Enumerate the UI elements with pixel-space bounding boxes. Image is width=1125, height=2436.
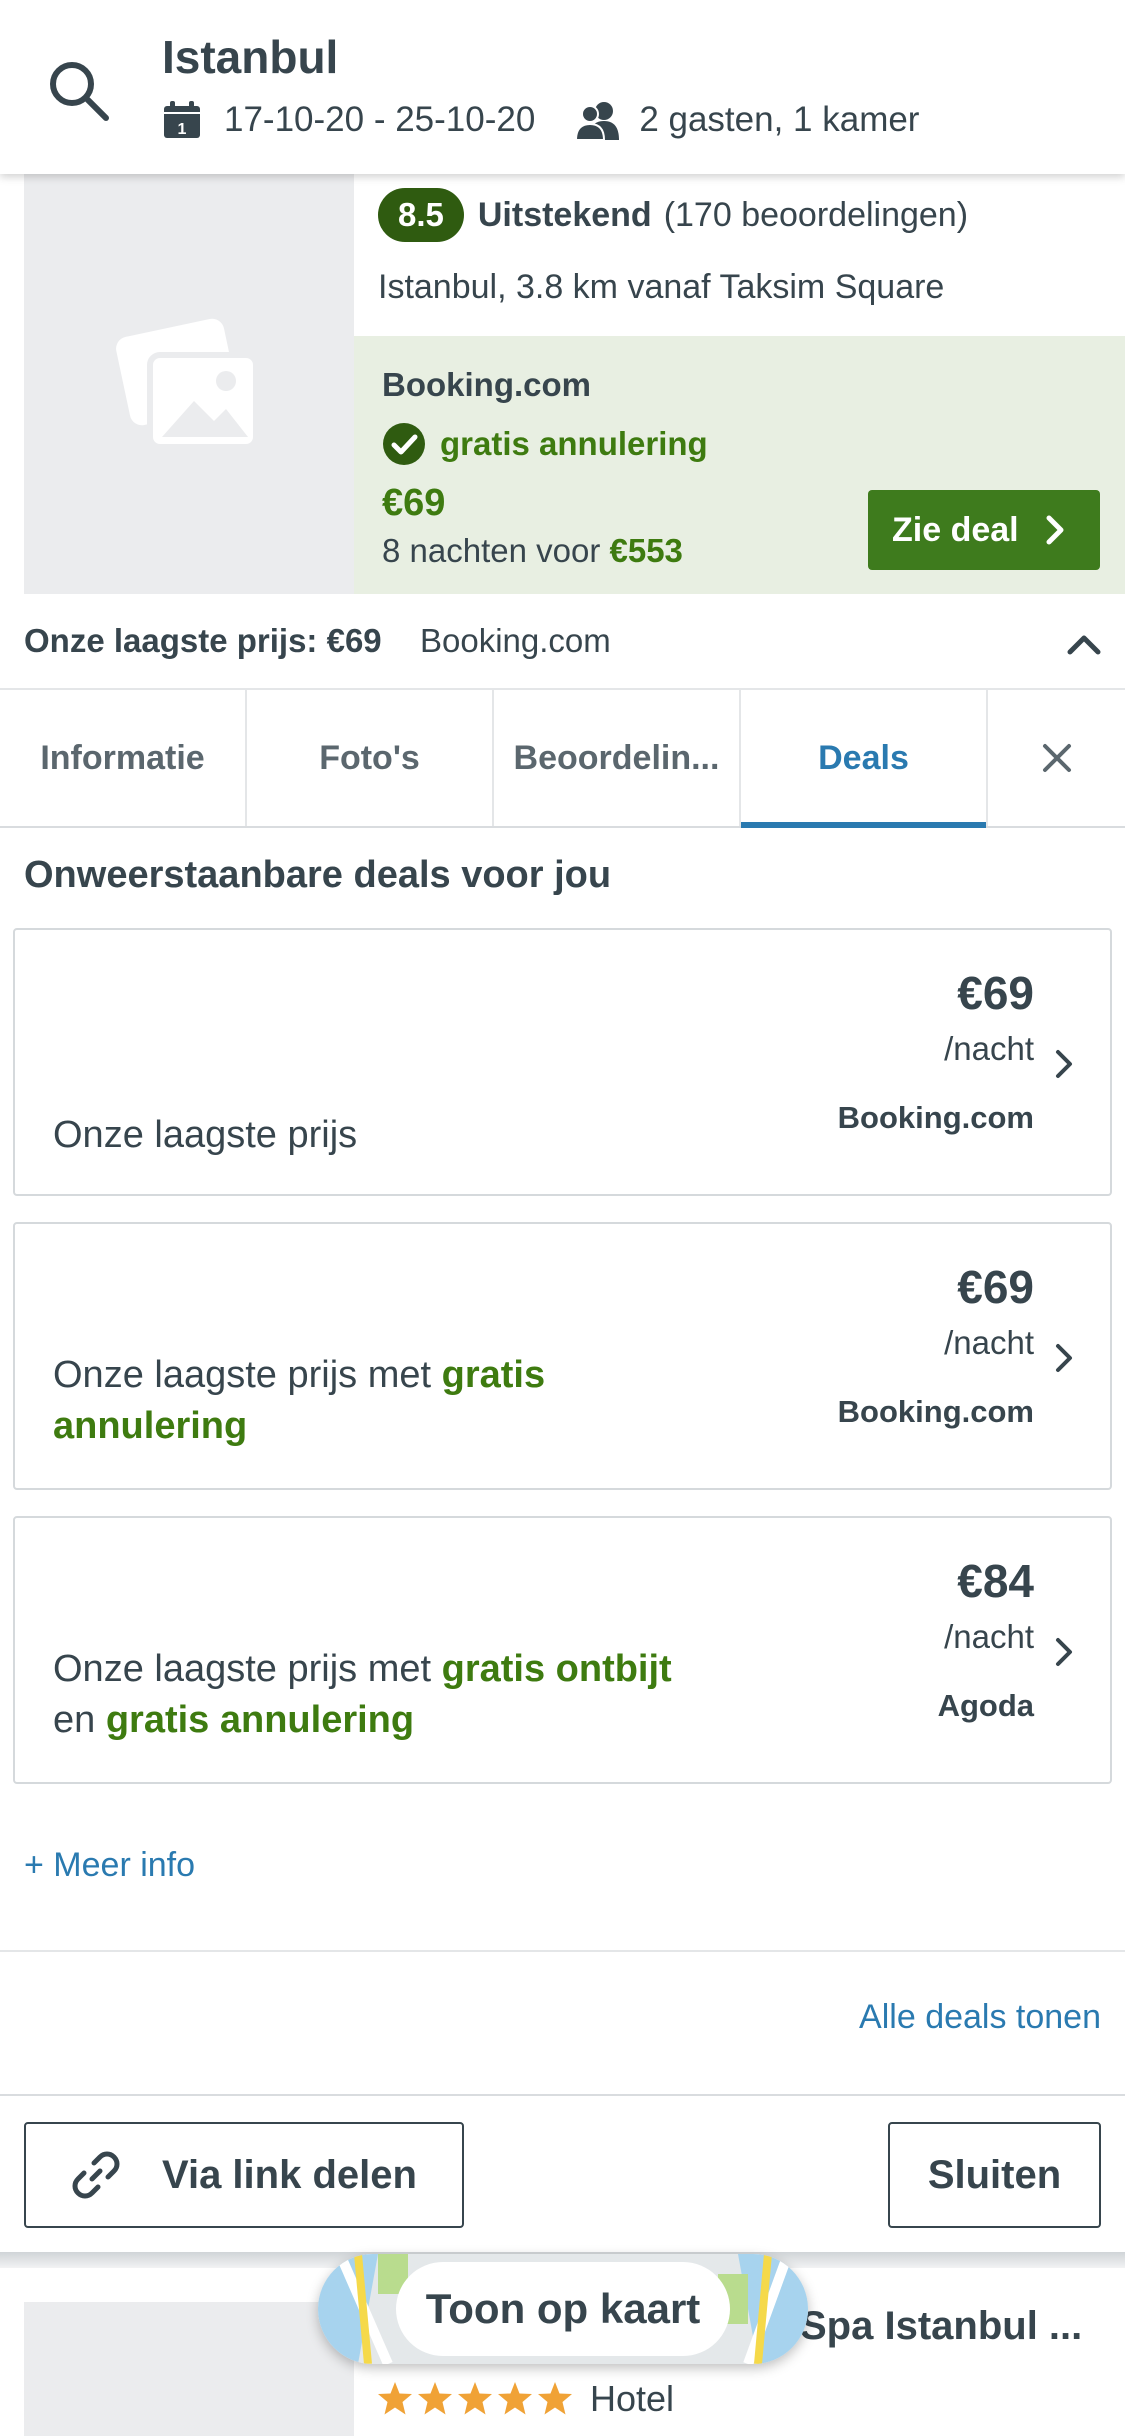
deal-description: Onze laagste prijs met gratis annulering: [53, 1350, 673, 1452]
detail-tabs: Informatie Foto's Beoordelin... Deals: [0, 690, 1125, 828]
nights-total-price: €553: [609, 532, 683, 569]
star-icon: [538, 2382, 572, 2415]
rating-badge: 8.5: [378, 188, 464, 242]
star-icon: [378, 2382, 412, 2415]
hotel-type: Hotel: [590, 2378, 675, 2419]
deal-card-per: /nacht: [944, 1030, 1034, 1067]
deal-price: €69: [382, 482, 446, 524]
deal-desc-text: Onze laagste prijs met: [53, 1648, 442, 1690]
hotel-location: Istanbul, 3.8 km vanaf Taksim Square: [378, 268, 945, 306]
lowest-price-provider: Booking.com: [420, 622, 611, 659]
image-placeholder-icon: [116, 318, 259, 450]
deal-card-per: /nacht: [944, 1324, 1034, 1361]
search-header[interactable]: Istanbul 1 17-10-20 - 25-10-20 2 gasten,…: [0, 0, 1125, 174]
see-deal-button[interactable]: Zie deal: [868, 490, 1100, 570]
all-deals-link[interactable]: Alle deals tonen: [859, 1998, 1101, 2037]
chevron-right-icon: [1056, 1050, 1072, 1078]
free-cancellation: gratis annulering: [382, 422, 708, 466]
deal-card-price: €69: [957, 967, 1034, 1019]
review-count: (170 beoordelingen): [663, 195, 969, 234]
deal-card-lowest[interactable]: Onze laagste prijs €69 /nacht Booking.co…: [13, 928, 1112, 1196]
chevron-right-icon: [1056, 1344, 1072, 1372]
guests-text: 2 gasten, 1 kamer: [639, 100, 920, 139]
lowest-price-row[interactable]: Onze laagste prijs: €69 Booking.com: [0, 594, 1125, 690]
hotel-image-placeholder[interactable]: [24, 174, 354, 594]
chevron-up-icon[interactable]: [1064, 628, 1104, 658]
close-icon: [1042, 744, 1071, 772]
show-on-map-label: Toon op kaart: [396, 2262, 730, 2356]
deal-card-provider: Booking.com: [837, 1394, 1034, 1429]
tab-fotos[interactable]: Foto's: [247, 690, 494, 826]
see-deal-label: Zie deal: [892, 510, 1019, 549]
tab-deals[interactable]: Deals: [741, 690, 988, 828]
nights-prefix: 8 nachten voor: [382, 532, 610, 569]
next-hotel-image[interactable]: [24, 2302, 354, 2436]
star-icon: [458, 2382, 492, 2415]
share-link-button[interactable]: Via link delen: [24, 2122, 464, 2228]
search-icon[interactable]: [44, 56, 114, 126]
chevron-right-icon: [1046, 515, 1064, 545]
deal-card-price: €69: [957, 1261, 1034, 1313]
show-on-map-button[interactable]: Toon op kaart: [318, 2254, 808, 2364]
close-button[interactable]: Sluiten: [888, 2122, 1101, 2228]
star-rating: [376, 2380, 576, 2418]
more-info-link[interactable]: + Meer info: [24, 1846, 195, 1885]
dates-text: 17-10-20 - 25-10-20: [224, 100, 536, 139]
star-icon: [498, 2382, 532, 2415]
calendar-icon: 1: [164, 101, 200, 138]
deal-desc-text: Onze laagste prijs met: [53, 1354, 442, 1396]
nights-total: 8 nachten voor €553: [382, 532, 683, 570]
deal-desc-highlight: gratis ontbijt: [441, 1648, 672, 1690]
destination-title: Istanbul: [162, 31, 339, 83]
deal-description: Onze laagste prijs met gratis ontbijt en…: [53, 1644, 673, 1746]
deal-description: Onze laagste prijs: [53, 1110, 673, 1161]
deal-card-breakfast-cancellation[interactable]: Onze laagste prijs met gratis ontbijt en…: [13, 1516, 1112, 1784]
deal-card-free-cancellation[interactable]: Onze laagste prijs met gratis annulering…: [13, 1222, 1112, 1490]
check-circle-icon: [383, 423, 425, 465]
tab-beoordelingen[interactable]: Beoordelin...: [494, 690, 741, 826]
divider: [0, 2094, 1125, 2096]
deal-card-per: /nacht: [944, 1618, 1034, 1655]
share-link-label: Via link delen: [162, 2152, 417, 2197]
close-tabs-button[interactable]: [988, 690, 1125, 826]
deal-card-provider: Agoda: [937, 1688, 1034, 1723]
link-icon: [72, 2151, 120, 2199]
svg-text:1: 1: [178, 121, 187, 138]
deal-provider: Booking.com: [382, 366, 592, 403]
tab-informatie[interactable]: Informatie: [0, 690, 247, 826]
deals-section-title: Onweerstaanbare deals voor jou: [24, 854, 612, 896]
star-icon: [418, 2382, 452, 2415]
top-deal-box[interactable]: Booking.com gratis annulering €69 8 nach…: [354, 336, 1125, 594]
next-hotel-stars-row: Hotel: [376, 2378, 674, 2420]
free-cancellation-label: gratis annulering: [440, 425, 708, 462]
divider: [0, 1950, 1125, 1952]
next-hotel-title[interactable]: Spa Istanbul ...: [800, 2304, 1082, 2349]
rating-word: Uitstekend: [477, 195, 652, 234]
rating-row: 8.5 Uitstekend (170 beoordelingen): [378, 188, 968, 242]
deal-desc-text: en: [53, 1699, 106, 1741]
deal-desc-text: Onze laagste prijs: [53, 1114, 358, 1156]
deal-desc-highlight: gratis annulering: [105, 1699, 415, 1741]
guests-icon: [575, 102, 620, 140]
chevron-right-icon: [1056, 1638, 1072, 1666]
lowest-price-label: Onze laagste prijs: €69: [24, 622, 382, 659]
deal-card-provider: Booking.com: [837, 1100, 1034, 1135]
search-meta: 1 17-10-20 - 25-10-20 2 gasten, 1 kamer: [162, 100, 919, 140]
deal-card-price: €84: [957, 1555, 1034, 1607]
